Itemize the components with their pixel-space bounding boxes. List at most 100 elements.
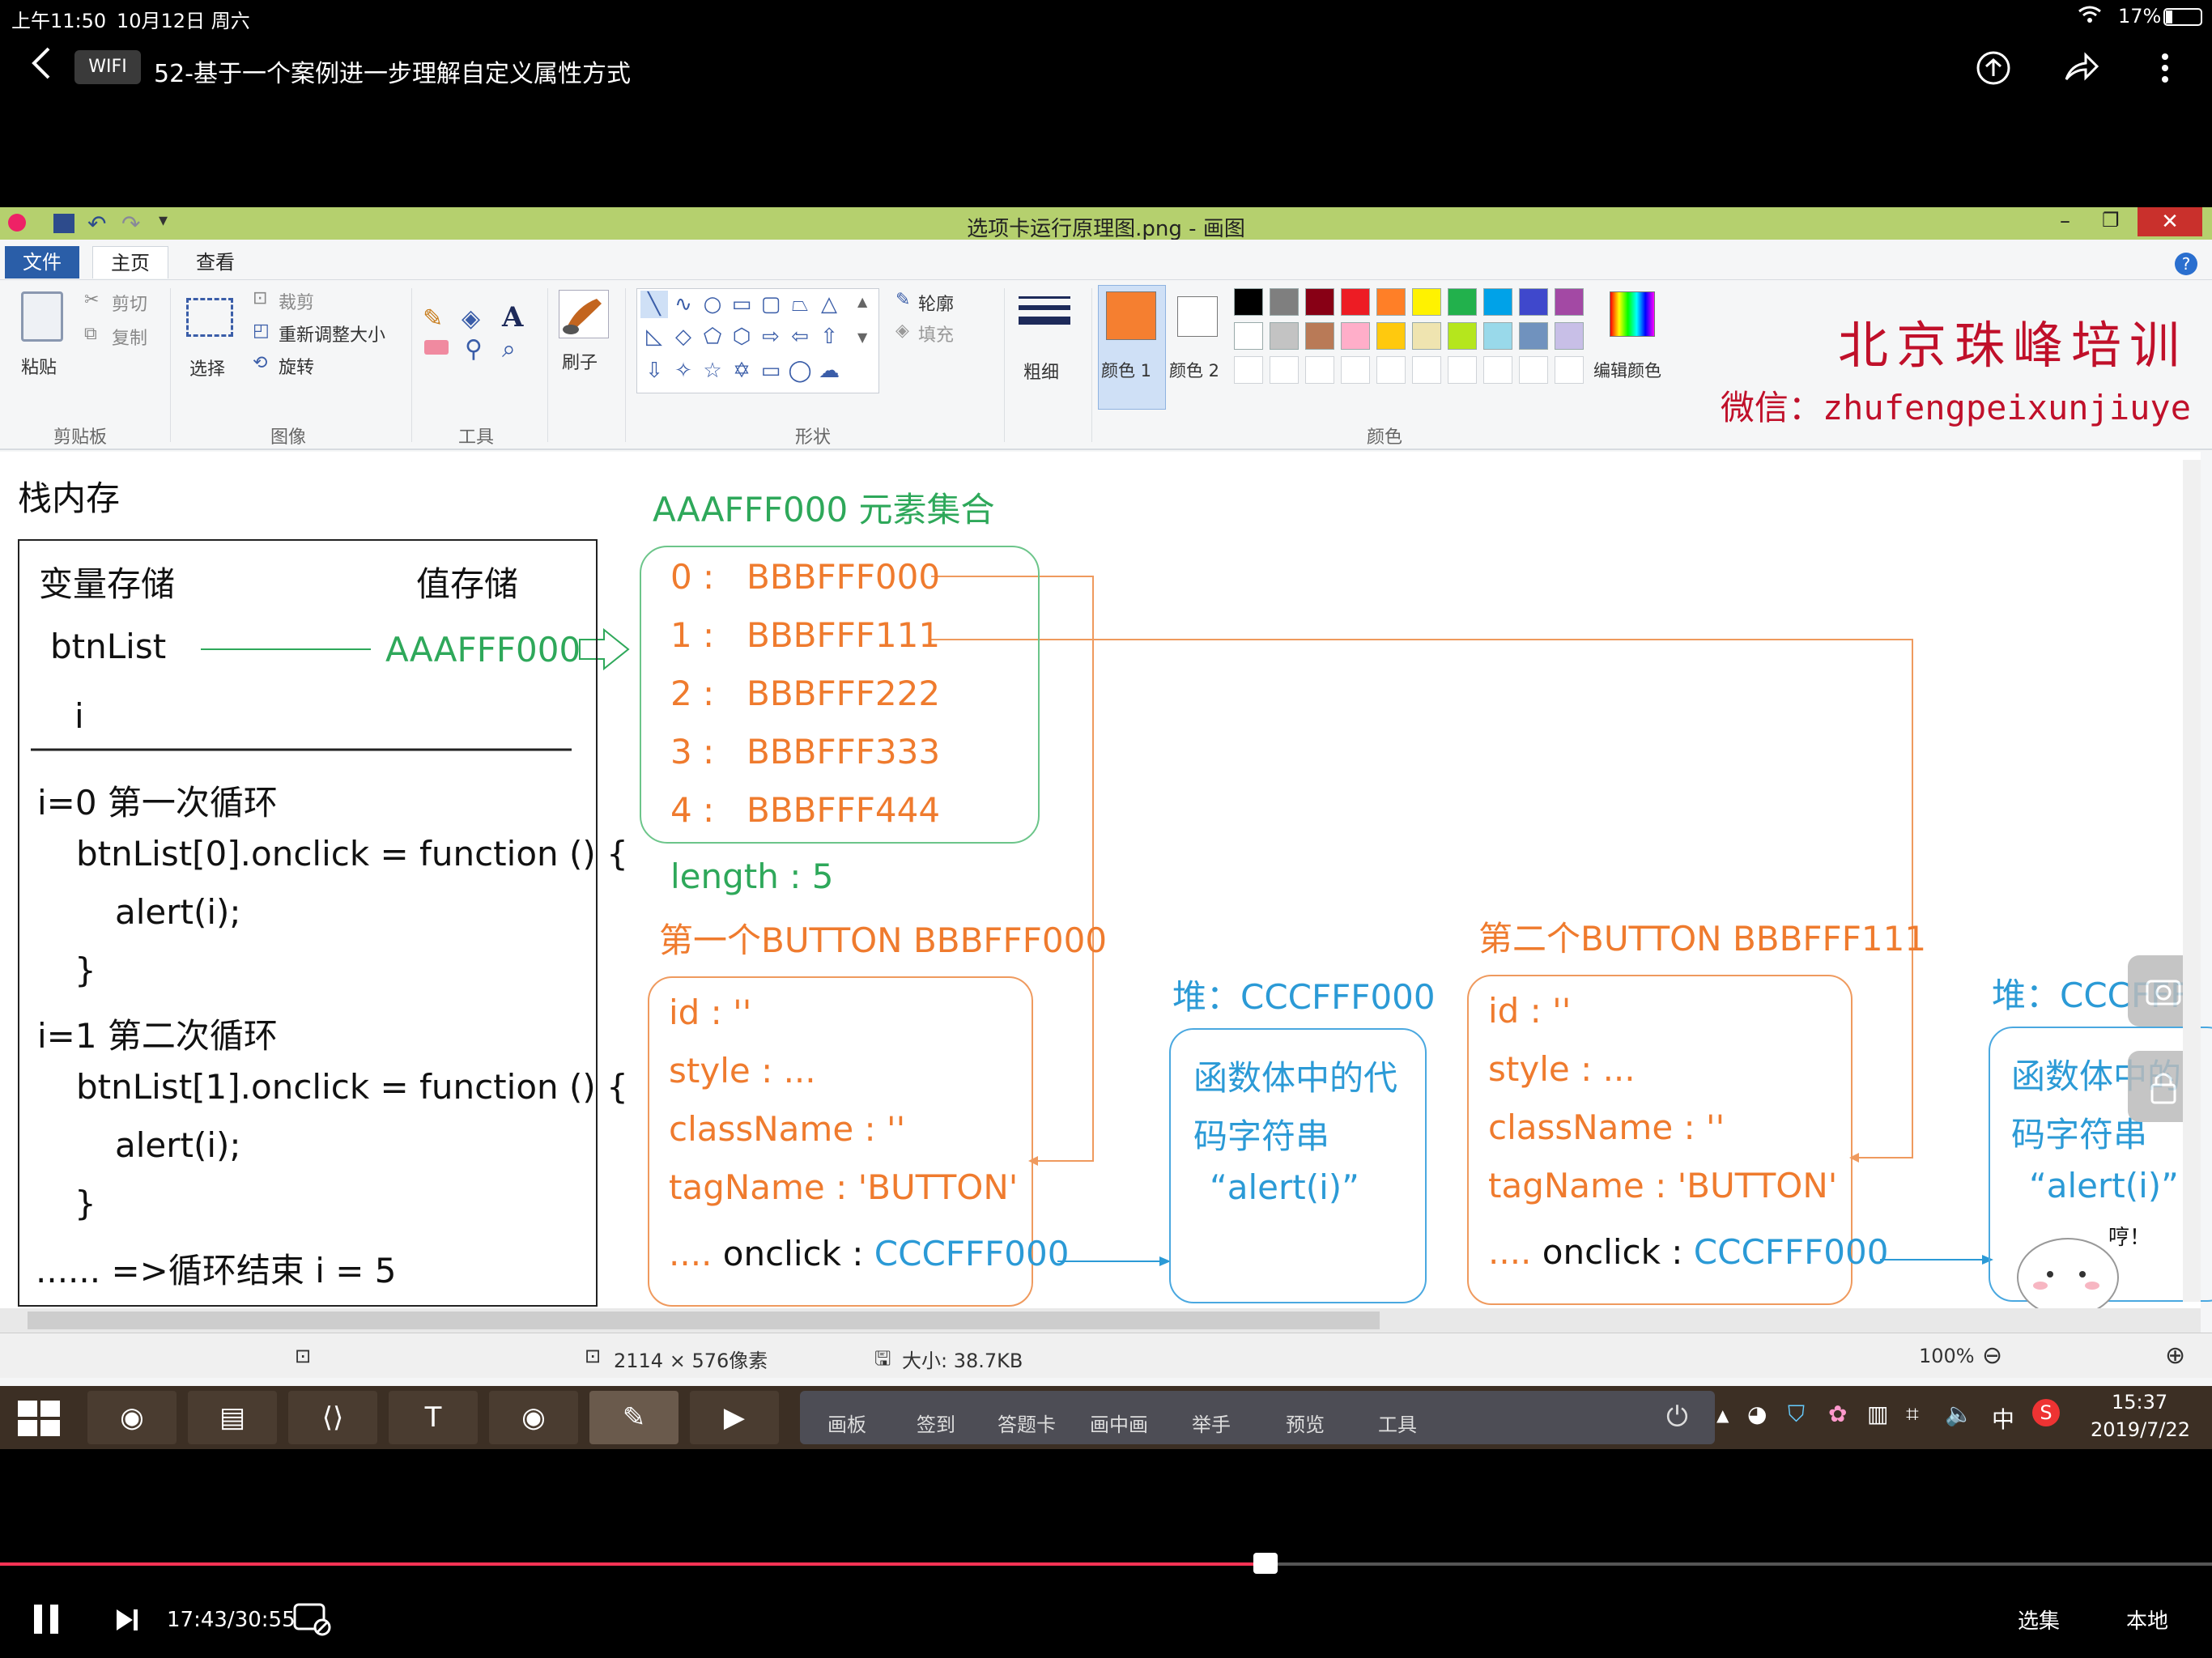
battery-tray-icon[interactable]: ▥ bbox=[1867, 1401, 1888, 1427]
close-button[interactable]: ✕ bbox=[2138, 207, 2202, 236]
progress-knob[interactable] bbox=[1253, 1553, 1278, 1574]
palette-custom-slot[interactable] bbox=[1305, 356, 1334, 384]
palette-swatch[interactable] bbox=[1555, 288, 1584, 316]
qq-tray-icon[interactable]: ◕ bbox=[1747, 1401, 1767, 1427]
tab-view[interactable]: 查看 bbox=[178, 246, 253, 278]
crop-button[interactable]: 裁剪 bbox=[279, 288, 314, 314]
select-button[interactable]: 选择 bbox=[189, 355, 225, 380]
power-icon[interactable]: ⏻ bbox=[1666, 1401, 1688, 1433]
toolbar-item[interactable]: 签到 bbox=[917, 1409, 955, 1437]
fill-button[interactable]: 填充 bbox=[918, 321, 954, 346]
minimize-button[interactable]: – bbox=[2060, 209, 2070, 233]
pentagon-shape-icon[interactable]: ⬠ bbox=[699, 323, 726, 351]
toolbar-item[interactable]: 答题卡 bbox=[998, 1409, 1056, 1437]
palette-swatch[interactable] bbox=[1305, 322, 1334, 350]
paste-icon[interactable] bbox=[21, 291, 63, 342]
right-triangle-shape-icon[interactable]: ◺ bbox=[640, 323, 668, 351]
copy-button[interactable]: 复制 bbox=[112, 324, 147, 350]
toolbar-item[interactable]: 工具 bbox=[1378, 1409, 1417, 1437]
palette-custom-slot[interactable] bbox=[1234, 356, 1263, 384]
palette-swatch[interactable] bbox=[1341, 288, 1370, 316]
palette-custom-slot[interactable] bbox=[1483, 356, 1512, 384]
ime-indicator[interactable]: 中 bbox=[1992, 1402, 2014, 1435]
cloud-callout-shape-icon[interactable]: ☁ bbox=[815, 357, 843, 385]
paste-button[interactable]: 粘贴 bbox=[21, 353, 57, 379]
security-tray-icon[interactable]: ⛉ bbox=[1788, 1401, 1805, 1428]
windows-start-icon[interactable] bbox=[18, 1401, 60, 1439]
drawing-canvas[interactable]: 栈内存 变量存储 值存储 btnList AAAFFF000 i i=0 第一次… bbox=[0, 452, 2212, 1317]
brush-icon[interactable] bbox=[559, 290, 609, 338]
chrome-taskbar-icon[interactable]: ◉ bbox=[87, 1391, 177, 1444]
color2-swatch[interactable] bbox=[1177, 296, 1218, 337]
outline-button[interactable]: 轮廓 bbox=[918, 290, 954, 316]
shapes-scroll-up-icon[interactable]: ▲ bbox=[857, 294, 867, 309]
palette-swatch[interactable] bbox=[1483, 288, 1512, 316]
copy-icon[interactable]: ⧉ bbox=[84, 324, 97, 344]
vscode-taskbar-icon[interactable]: ⟨⟩ bbox=[288, 1391, 377, 1444]
file-explorer-taskbar-icon[interactable]: ▤ bbox=[188, 1391, 277, 1444]
toolbar-item[interactable]: 画中画 bbox=[1090, 1409, 1148, 1437]
up-arrow-shape-icon[interactable]: ⇧ bbox=[815, 323, 843, 351]
toolbar-item[interactable]: 举手 bbox=[1192, 1409, 1231, 1437]
palette-custom-slot[interactable] bbox=[1412, 356, 1441, 384]
help-icon[interactable]: ? bbox=[2175, 253, 2197, 275]
fill-icon[interactable]: ◈ bbox=[895, 321, 909, 341]
text-tool-icon[interactable]: A bbox=[502, 301, 523, 334]
palette-swatch[interactable] bbox=[1305, 288, 1334, 316]
palette-swatch[interactable] bbox=[1448, 322, 1477, 350]
line-width-button[interactable]: 粗细 bbox=[1023, 358, 1059, 384]
pencil-icon[interactable]: ✎ bbox=[423, 304, 443, 333]
palette-custom-slot[interactable] bbox=[1376, 356, 1406, 384]
zoom-in-button[interactable]: ⊕ bbox=[2165, 1341, 2185, 1370]
episodes-button[interactable]: 选集 bbox=[2018, 1605, 2060, 1635]
shapes-scroll-down-icon[interactable]: ▼ bbox=[857, 329, 867, 345]
volume-tray-icon[interactable]: 🔈 bbox=[1945, 1401, 1973, 1427]
palette-custom-slot[interactable] bbox=[1519, 356, 1548, 384]
palette-swatch[interactable] bbox=[1555, 322, 1584, 350]
paint-taskbar-icon[interactable]: ✎ bbox=[589, 1391, 678, 1444]
brush-button[interactable]: 刷子 bbox=[562, 348, 598, 374]
pause-button[interactable] bbox=[32, 1603, 62, 1639]
palette-swatch[interactable] bbox=[1412, 322, 1441, 350]
zoom-out-button[interactable]: ⊖ bbox=[1982, 1341, 2002, 1370]
palette-custom-slot[interactable] bbox=[1448, 356, 1477, 384]
edit-colors-button[interactable]: 编辑颜色 bbox=[1593, 358, 1661, 382]
share-icon[interactable] bbox=[2063, 52, 2100, 87]
toolbar-item[interactable]: 画板 bbox=[827, 1409, 866, 1437]
palette-swatch[interactable] bbox=[1448, 288, 1477, 316]
resize-button[interactable]: 重新调整大小 bbox=[279, 321, 385, 346]
tray-expand-icon[interactable]: ▲ bbox=[1716, 1405, 1729, 1425]
oval-shape-icon[interactable]: ○ bbox=[699, 291, 726, 318]
palette-swatch[interactable] bbox=[1376, 322, 1406, 350]
palette-swatch[interactable] bbox=[1234, 322, 1263, 350]
vertical-scrollbar[interactable] bbox=[2183, 460, 2201, 1302]
horizontal-scroll-thumb[interactable] bbox=[28, 1312, 1380, 1329]
restore-button[interactable]: ❐ bbox=[2102, 209, 2120, 232]
app-tray-icon[interactable]: ✿ bbox=[1828, 1401, 1847, 1427]
eraser-icon[interactable] bbox=[424, 340, 449, 355]
crop-icon[interactable]: ⊡ bbox=[253, 288, 267, 308]
polygon-shape-icon[interactable]: ⏢ bbox=[786, 291, 814, 318]
color1-swatch[interactable] bbox=[1106, 291, 1156, 340]
typora-taskbar-icon[interactable]: T bbox=[389, 1391, 478, 1444]
next-button[interactable] bbox=[115, 1608, 139, 1635]
palette-swatch[interactable] bbox=[1234, 288, 1263, 316]
palette-swatch[interactable] bbox=[1412, 288, 1441, 316]
curve-shape-icon[interactable]: ∿ bbox=[670, 291, 697, 318]
down-arrow-shape-icon[interactable]: ⇩ bbox=[640, 357, 668, 385]
horizontal-scrollbar[interactable] bbox=[0, 1308, 2201, 1333]
rotate-button[interactable]: 旋转 bbox=[279, 353, 314, 379]
outline-icon[interactable]: ✎ bbox=[895, 290, 910, 310]
magnifier-icon[interactable]: ⌕ bbox=[502, 335, 516, 363]
danmaku-toggle-icon[interactable] bbox=[293, 1601, 332, 1640]
line-shape-icon[interactable]: ╲ bbox=[640, 291, 668, 318]
back-button[interactable] bbox=[29, 45, 53, 89]
palette-swatch[interactable] bbox=[1376, 288, 1406, 316]
five-point-star-shape-icon[interactable]: ☆ bbox=[699, 357, 726, 385]
color1-label[interactable]: 颜色 1 bbox=[1101, 358, 1151, 382]
rectangle-shape-icon[interactable]: ▭ bbox=[728, 291, 755, 318]
scissors-icon[interactable]: ✂ bbox=[84, 290, 99, 310]
palette-custom-slot[interactable] bbox=[1555, 356, 1584, 384]
tab-file[interactable]: 文件 bbox=[5, 246, 79, 278]
rotate-icon[interactable]: ⟲ bbox=[253, 353, 267, 373]
